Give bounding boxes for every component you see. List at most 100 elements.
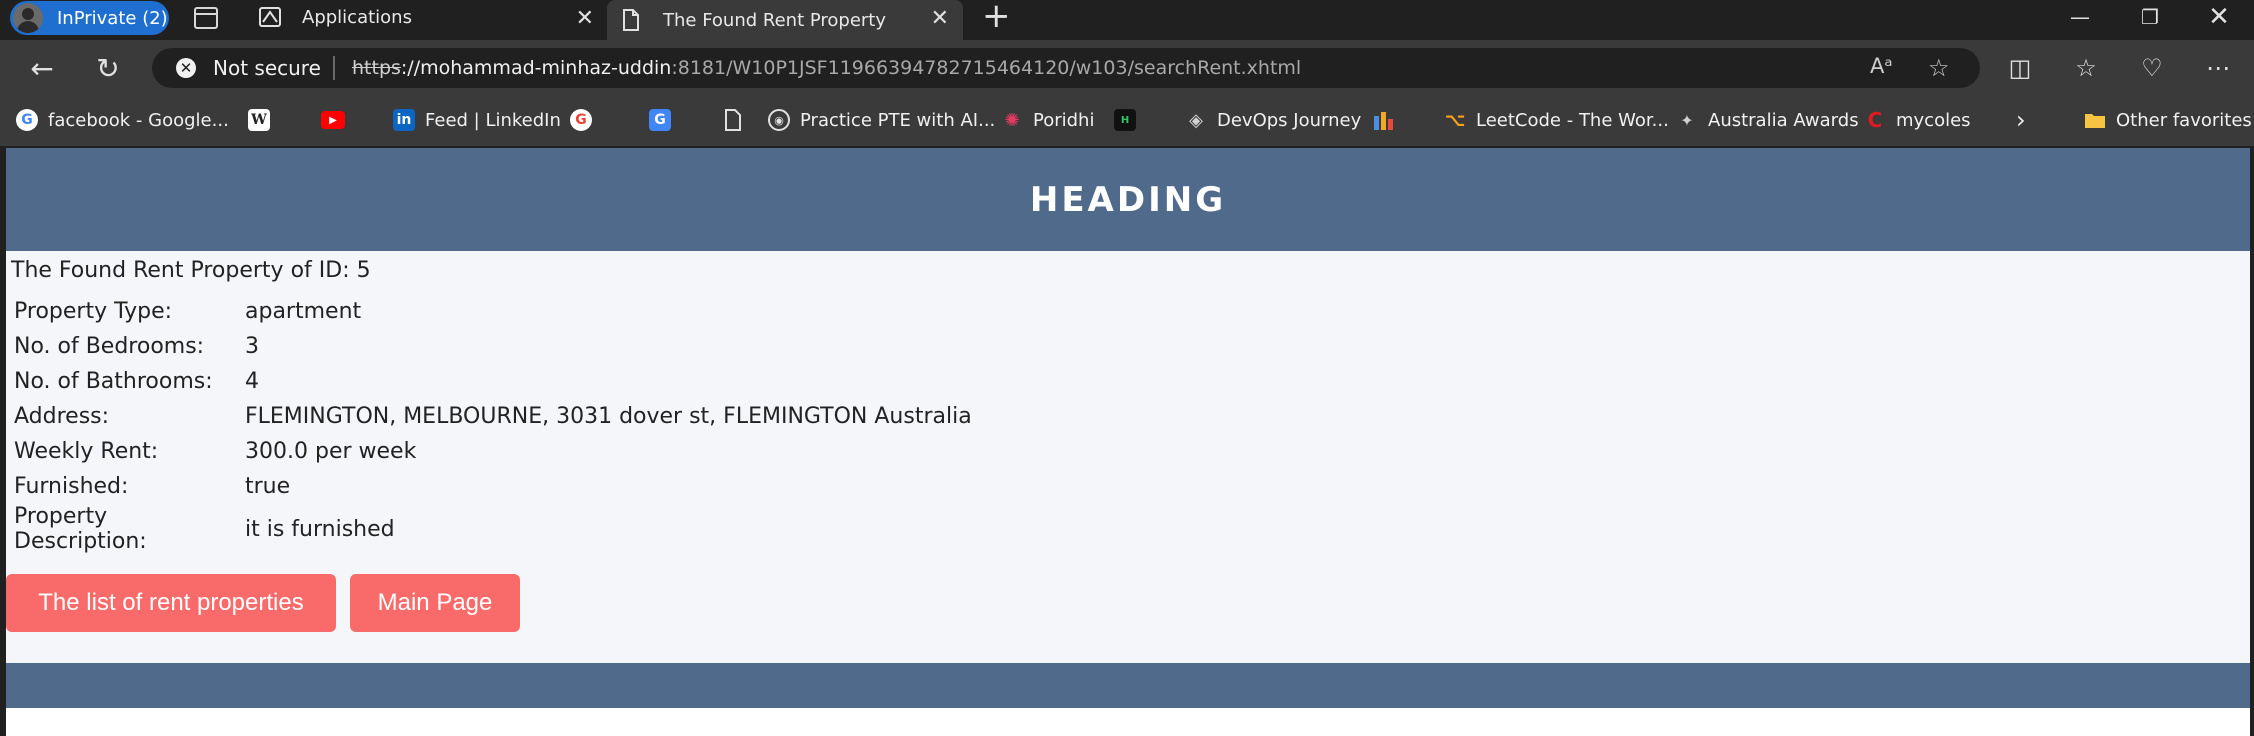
table-row: No. of Bedrooms: 3 bbox=[11, 329, 975, 364]
minimize-icon[interactable]: — bbox=[2045, 0, 2115, 34]
read-aloud-icon[interactable]: Aᵃ bbox=[1870, 54, 1893, 78]
google-translate-icon: G bbox=[649, 109, 671, 131]
address-value: FLEMINGTON, MELBOURNE, 3031 dover st, FL… bbox=[245, 404, 972, 429]
hackerrank-icon: H bbox=[1114, 109, 1136, 131]
spy-icon: ◈ bbox=[1189, 109, 1203, 131]
split-screen-icon[interactable]: ◫ bbox=[2002, 50, 2038, 86]
url-host: ://mohammad-minhaz-uddin bbox=[400, 57, 672, 79]
page-footer bbox=[6, 663, 2250, 708]
not-secure-icon[interactable]: ✕ bbox=[176, 58, 196, 78]
bathrooms-label: No. of Bathrooms: bbox=[14, 369, 213, 394]
description-value: it is furnished bbox=[245, 516, 395, 542]
close-tab-icon[interactable]: ✕ bbox=[931, 6, 949, 31]
wikipedia-icon: W bbox=[248, 109, 270, 131]
favorite-facebook-google[interactable]: G facebook - Google... bbox=[16, 106, 229, 134]
favorite-hackerrank[interactable]: H bbox=[1114, 106, 1136, 134]
bedrooms-value: 3 bbox=[245, 334, 259, 359]
bathrooms-value: 4 bbox=[245, 369, 259, 394]
close-window-icon[interactable]: ✕ bbox=[2184, 0, 2254, 34]
favorite-label: facebook - Google... bbox=[48, 109, 229, 131]
refresh-icon[interactable]: ↻ bbox=[92, 52, 124, 85]
favorite-pte[interactable]: ◉ Practice PTE with AI... bbox=[768, 106, 995, 134]
google-icon: G bbox=[16, 109, 38, 131]
favorite-label: Other favorites bbox=[2116, 109, 2252, 131]
favorite-australia-awards[interactable]: ✦ Australia Awards bbox=[1676, 106, 1859, 134]
address-label: Address: bbox=[14, 404, 110, 429]
property-type-value: apartment bbox=[245, 299, 362, 324]
new-tab-icon[interactable]: + bbox=[982, 0, 1011, 33]
favorites-icon[interactable]: ☆ bbox=[2068, 50, 2104, 86]
url-text[interactable]: https://mohammad-minhaz-uddin:8181/W10P1… bbox=[352, 57, 1301, 79]
not-secure-label[interactable]: Not secure bbox=[213, 56, 321, 80]
back-icon[interactable]: ← bbox=[26, 52, 58, 85]
address-bar[interactable]: ✕ Not secure https://mohammad-minhaz-udd… bbox=[152, 48, 1980, 88]
furnished-label: Furnished: bbox=[14, 474, 129, 499]
favorite-page[interactable] bbox=[722, 106, 744, 134]
table-row: Property Type: apartment bbox=[11, 294, 975, 329]
bedrooms-label: No. of Bedrooms: bbox=[14, 334, 205, 359]
furnished-value: true bbox=[245, 474, 291, 499]
google-icon: G bbox=[570, 109, 592, 131]
favorite-label: Feed | LinkedIn bbox=[425, 109, 561, 131]
favorite-poridhi[interactable]: ✺ Poridhi bbox=[1001, 106, 1094, 134]
more-menu-icon[interactable]: ⋯ bbox=[2200, 50, 2236, 86]
favorite-label: DevOps Journey bbox=[1217, 109, 1362, 131]
youtube-icon: ▶ bbox=[321, 111, 345, 129]
page-icon bbox=[722, 109, 744, 131]
close-tab-icon[interactable]: ✕ bbox=[576, 6, 594, 31]
browser-essentials-icon[interactable]: ♡ bbox=[2134, 50, 2170, 86]
inprivate-label: InPrivate (2) bbox=[57, 7, 168, 29]
page-heading: HEADING bbox=[1029, 179, 1227, 220]
inprivate-profile-button[interactable]: InPrivate (2) bbox=[10, 1, 169, 35]
favorite-devops-journey[interactable]: ◈ DevOps Journey bbox=[1185, 106, 1361, 134]
tab-applications[interactable]: Applications ✕ bbox=[246, 0, 608, 34]
favorite-wikipedia[interactable]: W bbox=[248, 106, 270, 134]
tab-title: Applications bbox=[302, 6, 412, 28]
table-row: Weekly Rent: 300.0 per week bbox=[11, 434, 975, 469]
description-label: Property Description: bbox=[14, 504, 147, 554]
coat-of-arms-icon: ✦ bbox=[1680, 110, 1694, 130]
weekly-rent-value: 300.0 per week bbox=[245, 439, 417, 464]
favorite-star-icon[interactable]: ☆ bbox=[1928, 54, 1950, 82]
url-path: :8181/W10P1JSF11966394782715464120/w103/… bbox=[671, 57, 1302, 79]
tab-found-rent-property[interactable]: The Found Rent Property ✕ bbox=[607, 0, 963, 40]
tab-title: The Found Rent Property bbox=[663, 9, 887, 31]
bar-chart-icon bbox=[1373, 109, 1395, 131]
favorite-google-translate[interactable]: G bbox=[649, 106, 671, 134]
favorite-label: Practice PTE with AI... bbox=[800, 109, 996, 131]
url-scheme: https bbox=[352, 57, 401, 79]
pte-icon: ◉ bbox=[768, 109, 790, 131]
property-type-label: Property Type: bbox=[14, 299, 173, 324]
folder-icon bbox=[2084, 109, 2106, 131]
favorite-linkedin[interactable]: in Feed | LinkedIn bbox=[393, 106, 561, 134]
web-page: HEADING The Found Rent Property of ID: 5… bbox=[6, 148, 2250, 736]
browser-toolbar: ← ↻ ✕ Not secure https://mohammad-minhaz… bbox=[0, 40, 2254, 96]
favorite-label: Poridhi bbox=[1033, 109, 1095, 131]
leetcode-icon: ⌥ bbox=[1444, 109, 1466, 131]
page-icon bbox=[619, 8, 643, 32]
favorite-youtube[interactable]: ▶ bbox=[321, 106, 345, 134]
main-page-button[interactable]: Main Page bbox=[350, 574, 520, 632]
page-bottom-area bbox=[6, 708, 2250, 736]
favorite-google[interactable]: G bbox=[570, 106, 592, 134]
favorite-leetcode[interactable]: ⌥ LeetCode - The Wor... bbox=[1444, 106, 1669, 134]
table-row: Address: FLEMINGTON, MELBOURNE, 3031 dov… bbox=[11, 399, 975, 434]
table-row: No. of Bathrooms: 4 bbox=[11, 364, 975, 399]
favorite-label: Australia Awards bbox=[1708, 109, 1859, 131]
linkedin-icon: in bbox=[393, 109, 415, 131]
divider bbox=[333, 56, 335, 80]
weekly-rent-label: Weekly Rent: bbox=[14, 439, 159, 464]
tab-actions-icon[interactable] bbox=[194, 7, 218, 29]
page-header: HEADING bbox=[6, 148, 2250, 251]
found-property-title: The Found Rent Property of ID: 5 bbox=[11, 258, 371, 283]
favorite-mycoles[interactable]: C mycoles bbox=[1864, 106, 1971, 134]
poridhi-icon: ✺ bbox=[1004, 109, 1020, 131]
rent-properties-list-button[interactable]: The list of rent properties bbox=[6, 574, 336, 632]
more-favorites-chevron-icon[interactable]: › bbox=[2016, 106, 2026, 134]
favorite-analytics[interactable] bbox=[1373, 106, 1395, 134]
table-row: Furnished: true bbox=[11, 469, 975, 504]
browser-tab-bar: InPrivate (2) Applications ✕ The Found R… bbox=[0, 0, 2254, 40]
favorite-other-favorites[interactable]: Other favorites bbox=[2084, 106, 2252, 134]
restore-icon[interactable]: ❐ bbox=[2115, 0, 2185, 34]
favorite-label: mycoles bbox=[1896, 109, 1971, 131]
